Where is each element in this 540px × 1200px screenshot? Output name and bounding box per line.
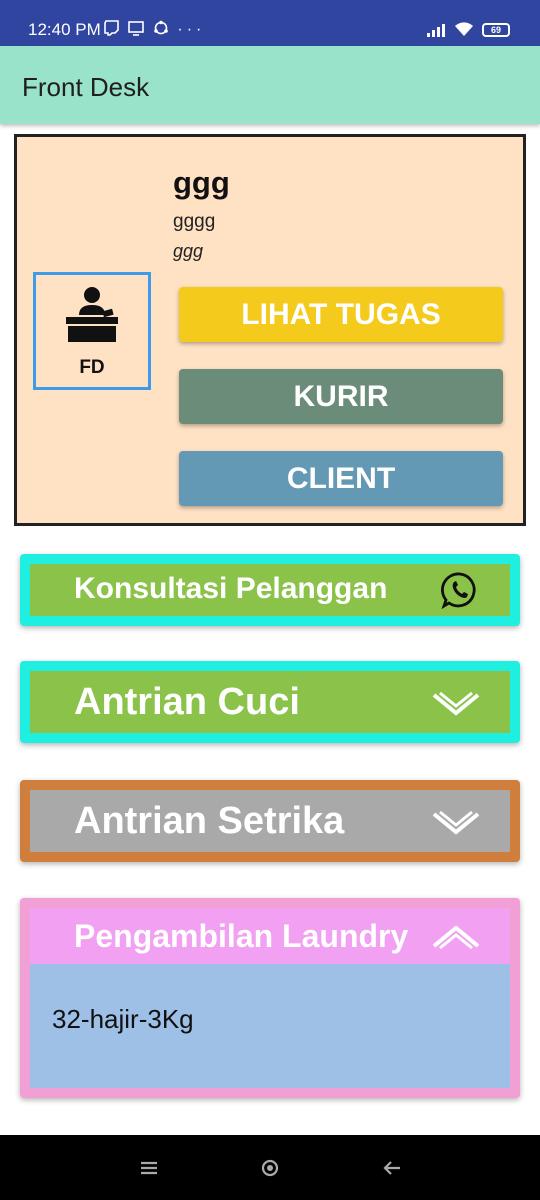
- list-item[interactable]: 32-hajir-3Kg: [52, 1004, 194, 1035]
- antrian-setrika-section[interactable]: Antrian Setrika: [20, 780, 520, 862]
- profile-name: ggg: [173, 165, 230, 200]
- pengambilan-laundry-section: Pengambilan Laundry 32-hajir-3Kg: [20, 898, 520, 1098]
- konsultasi-pelanggan-header[interactable]: Konsultasi Pelanggan: [30, 564, 510, 616]
- chevron-down-icon[interactable]: [432, 691, 480, 717]
- konsultasi-pelanggan-title: Konsultasi Pelanggan: [74, 572, 388, 605]
- status-time: 12:40 PM: [28, 20, 101, 39]
- kurir-button[interactable]: KURIR: [179, 369, 503, 424]
- profile-card: FD ggg gggg ggg LIHAT TUGAS KURIR CLIENT: [14, 134, 526, 526]
- antrian-setrika-title: Antrian Setrika: [74, 800, 345, 842]
- konsultasi-pelanggan-section[interactable]: Konsultasi Pelanggan: [20, 554, 520, 626]
- status-notification-icons: ···: [104, 20, 205, 39]
- pengambilan-laundry-header[interactable]: Pengambilan Laundry: [30, 908, 510, 964]
- home-icon[interactable]: [259, 1157, 281, 1179]
- pengambilan-laundry-body: Pengambilan Laundry 32-hajir-3Kg: [30, 908, 510, 1088]
- pengambilan-laundry-title: Pengambilan Laundry: [74, 918, 409, 954]
- navigation-bar: [0, 1135, 540, 1200]
- antrian-cuci-title: Antrian Cuci: [74, 681, 300, 723]
- status-bar: 12:40 PM ··· 69: [0, 0, 540, 46]
- profile-detail: ggg: [173, 241, 204, 261]
- antrian-cuci-section[interactable]: Antrian Cuci: [20, 661, 520, 743]
- antrian-setrika-header[interactable]: Antrian Setrika: [30, 790, 510, 852]
- chevron-down-icon[interactable]: [432, 810, 480, 836]
- battery-icon: 69: [482, 22, 510, 37]
- sync-icon: [154, 20, 168, 35]
- avatar-label: FD: [79, 357, 105, 378]
- chevron-up-icon[interactable]: [432, 924, 480, 950]
- signal-icon: [427, 23, 445, 37]
- app-bar: Front Desk: [0, 46, 540, 124]
- avatar: FD: [33, 272, 151, 390]
- menu-icon[interactable]: [138, 1157, 160, 1179]
- lihat-tugas-button[interactable]: LIHAT TUGAS: [179, 287, 503, 342]
- whatsapp-icon[interactable]: [440, 570, 480, 610]
- app-title: Front Desk: [22, 72, 150, 102]
- screen-icon: [128, 21, 145, 36]
- status-system-icons: 69: [426, 22, 510, 37]
- antrian-cuci-header[interactable]: Antrian Cuci: [30, 671, 510, 733]
- twitch-icon: [104, 20, 119, 36]
- front-desk-icon: [66, 287, 118, 342]
- profile-subtitle: gggg: [173, 211, 216, 232]
- client-button[interactable]: CLIENT: [179, 451, 503, 506]
- back-icon[interactable]: [381, 1157, 403, 1179]
- wifi-icon: [455, 22, 473, 36]
- more-icon: ···: [177, 21, 206, 38]
